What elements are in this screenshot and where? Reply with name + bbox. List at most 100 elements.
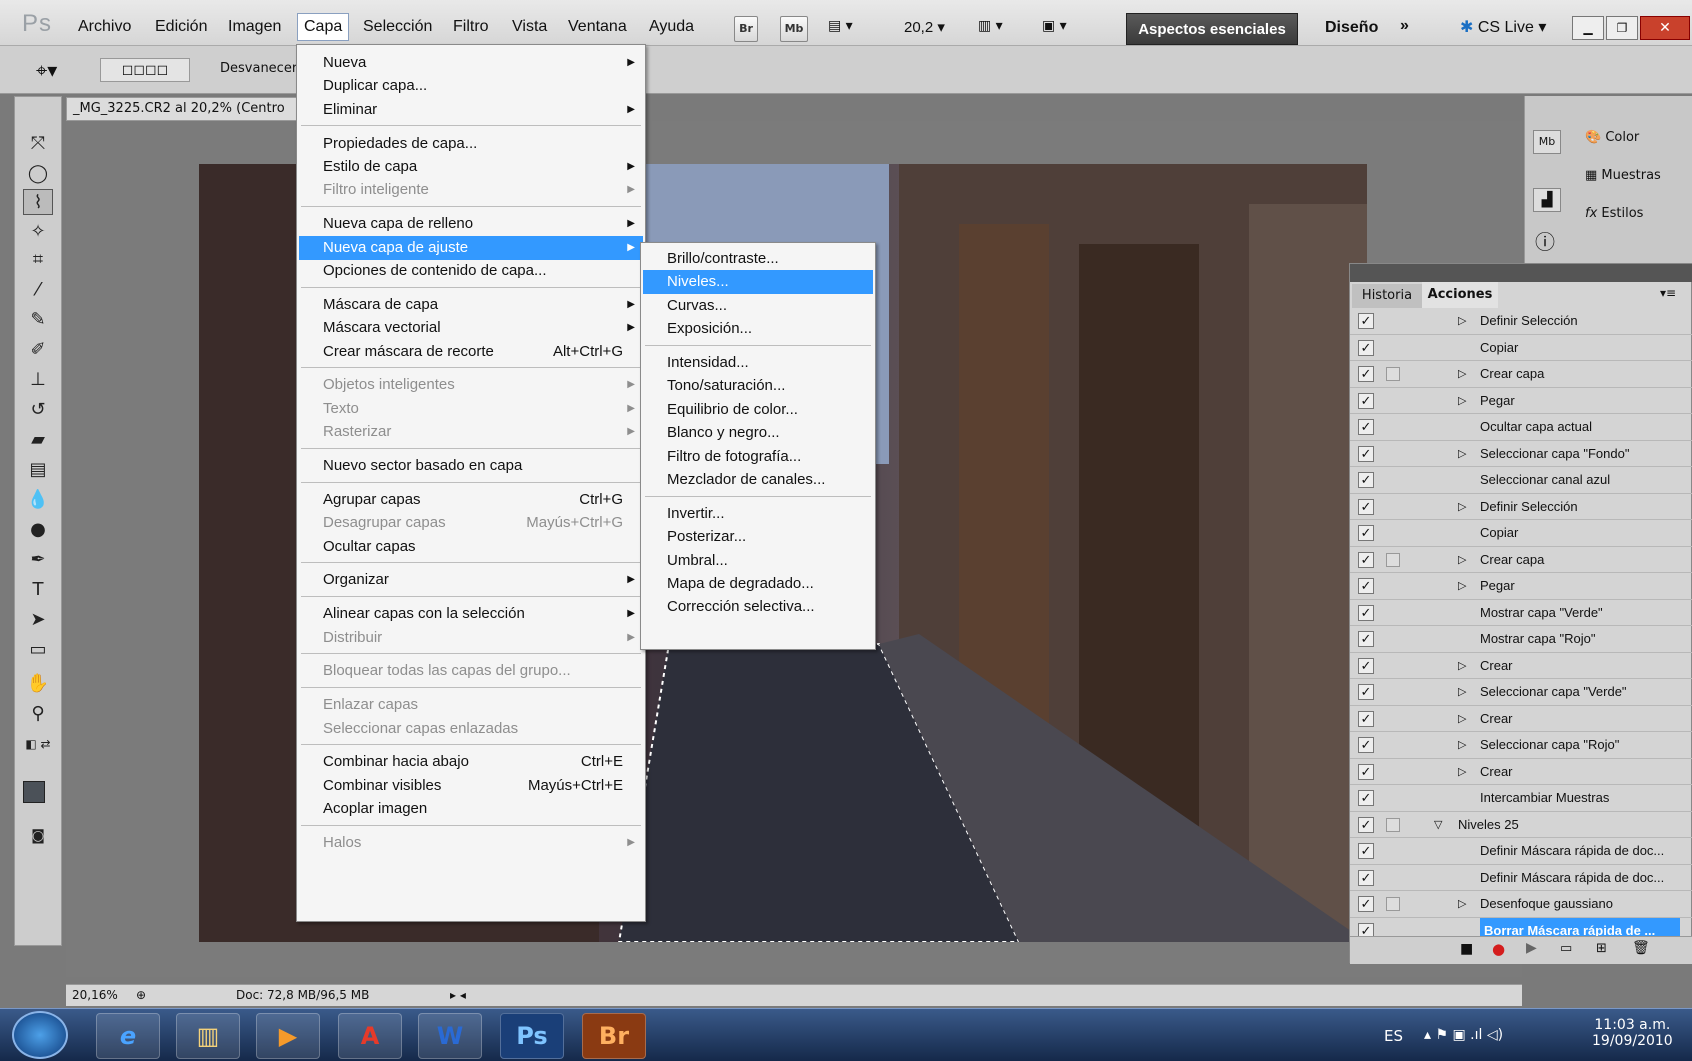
dialog-toggle[interactable] (1386, 552, 1400, 567)
action-row[interactable]: ✓ Seleccionar canal azul (1350, 467, 1692, 494)
action-checkbox[interactable]: ✓ (1358, 710, 1374, 727)
expand-triangle-icon[interactable]: ▷ (1458, 759, 1466, 785)
menu-edicion[interactable]: Edición (155, 18, 207, 36)
action-checkbox[interactable]: ✓ (1358, 816, 1374, 833)
expand-triangle-icon[interactable]: ▷ (1458, 573, 1466, 599)
action-row[interactable]: ✓ Definir Máscara rápida de doc... (1350, 865, 1692, 891)
lasso-tool-preset-icon[interactable]: ⌖▾ (36, 58, 57, 82)
menu-item-ocultar-capas[interactable]: Ocultar capas (299, 535, 643, 559)
action-row[interactable]: ✓ ▷ Crear capa (1350, 361, 1692, 388)
dialog-toggle[interactable] (1386, 897, 1400, 911)
type-tool-icon[interactable]: T (23, 577, 53, 603)
language-indicator[interactable]: ES (1384, 1027, 1403, 1045)
menu-item-estilo-de-capa[interactable]: Estilo de capa ▶ (299, 155, 643, 179)
menu-vista[interactable]: Vista (512, 18, 547, 36)
stamp-tool-icon[interactable]: ⊥ (23, 367, 53, 393)
action-row[interactable]: ✓ ▷ Definir Selección (1350, 494, 1692, 520)
minimize-button[interactable]: ▁ (1572, 16, 1604, 40)
menu-item-mascara-vectorial[interactable]: Máscara vectorial ▶ (299, 316, 643, 340)
action-checkbox[interactable]: ✓ (1358, 843, 1374, 859)
action-checkbox[interactable]: ✓ (1358, 631, 1374, 647)
zoom-level-dropdown[interactable]: 20,2 ▾ (904, 18, 945, 36)
menu-item-posterizar[interactable]: Posterizar... (643, 525, 873, 549)
expand-triangle-icon[interactable]: ▷ (1458, 706, 1466, 732)
photoshop-taskbar-icon[interactable]: Ps (500, 1013, 564, 1059)
menu-item-brillo-contraste[interactable]: Brillo/contraste... (643, 247, 873, 271)
close-button[interactable]: ✕ (1640, 16, 1690, 40)
action-checkbox[interactable]: ✓ (1358, 763, 1374, 780)
zoom-tool-icon[interactable]: ⚲ (23, 701, 53, 727)
menu-item-correccion-selectiva[interactable]: Corrección selectiva... (643, 595, 873, 619)
mini-bridge-button[interactable]: Mb (780, 16, 808, 42)
start-button[interactable] (12, 1011, 68, 1059)
menu-item-nueva[interactable]: Nueva ▶ (299, 51, 643, 75)
brush-tool-icon[interactable]: ✐ (23, 337, 53, 363)
selection-mode-icons[interactable]: ◻◻◻◻ (100, 58, 190, 82)
screen-mode-icon[interactable]: ▣ ▾ (1042, 18, 1067, 34)
action-row[interactable]: ✓ ▷ Desenfoque gaussiano (1350, 891, 1692, 918)
action-row[interactable]: ✓ ▷ Seleccionar capa "Rojo" (1350, 732, 1692, 759)
action-checkbox[interactable]: ✓ (1358, 737, 1374, 753)
expand-triangle-icon[interactable]: ▷ (1458, 653, 1466, 679)
menu-item-umbral[interactable]: Umbral... (643, 549, 873, 573)
arrange-documents-icon[interactable]: ▥ ▾ (978, 18, 1003, 34)
healing-brush-tool-icon[interactable]: ✎ (23, 307, 53, 333)
action-checkbox[interactable]: ✓ (1358, 498, 1374, 515)
pen-tool-icon[interactable]: ✒ (23, 547, 53, 573)
dialog-toggle[interactable] (1386, 817, 1400, 832)
menu-item-alinear-capas-con-la-seleccion[interactable]: Alinear capas con la selección ▶ (299, 602, 643, 626)
mini-bridge-panel-icon[interactable]: Mb (1533, 130, 1561, 154)
action-checkbox[interactable]: ✓ (1358, 445, 1374, 462)
menu-imagen[interactable]: Imagen (228, 18, 281, 36)
menu-item-duplicar-capa[interactable]: Duplicar capa... (299, 74, 643, 98)
menu-item-nueva-capa-de-relleno[interactable]: Nueva capa de relleno ▶ (299, 212, 643, 236)
expand-triangle-icon[interactable]: ▷ (1458, 308, 1466, 334)
action-row[interactable]: ✓ ▽ Niveles 25 (1350, 812, 1692, 838)
menu-item-eliminar[interactable]: Eliminar ▶ (299, 98, 643, 122)
menu-item-mapa-de-degradado[interactable]: Mapa de degradado... (643, 572, 873, 596)
swap-colors-icon[interactable]: ◧ ⇄ (23, 731, 53, 757)
action-checkbox[interactable]: ✓ (1358, 790, 1374, 806)
menu-item-nueva-capa-de-ajuste[interactable]: Nueva capa de ajuste ▶ (299, 235, 643, 260)
menu-item-agrupar-capas[interactable]: Agrupar capas Ctrl+G (299, 488, 643, 512)
menu-item-combinar-hacia-abajo[interactable]: Combinar hacia abajo Ctrl+E (299, 750, 643, 774)
menu-archivo[interactable]: Archivo (78, 18, 131, 36)
action-row[interactable]: ✓ Definir Máscara rápida de doc... (1350, 838, 1692, 865)
dialog-toggle[interactable] (1386, 367, 1400, 381)
blur-tool-icon[interactable]: 💧 (23, 487, 53, 513)
expand-triangle-icon[interactable]: ▷ (1458, 547, 1466, 573)
history-brush-tool-icon[interactable]: ↺ (23, 397, 53, 423)
action-row[interactable]: ✓ Mostrar capa "Verde" (1350, 600, 1692, 626)
expand-triangle-icon[interactable]: ▷ (1458, 441, 1466, 467)
expand-triangle-icon[interactable]: ▷ (1458, 891, 1466, 917)
restore-button[interactable]: ❐ (1606, 16, 1638, 40)
word-icon[interactable]: W (418, 1013, 482, 1059)
action-checkbox[interactable]: ✓ (1358, 869, 1374, 886)
internet-explorer-icon[interactable]: e (96, 1013, 160, 1059)
action-checkbox[interactable]: ✓ (1358, 419, 1374, 435)
action-row[interactable]: ✓ ▷ Pegar (1350, 388, 1692, 414)
crop-tool-icon[interactable]: ⌗ (23, 247, 53, 273)
menu-ventana[interactable]: Ventana (568, 18, 627, 36)
gradient-tool-icon[interactable]: ▤ (23, 457, 53, 483)
menu-item-curvas[interactable]: Curvas... (643, 294, 873, 318)
action-row[interactable]: ✓ Ocultar capa actual (1350, 414, 1692, 441)
menu-item-opciones-de-contenido-de-capa[interactable]: Opciones de contenido de capa... (299, 259, 643, 283)
magic-wand-tool-icon[interactable]: ✧ (23, 219, 53, 245)
action-row[interactable]: ✓ Copiar (1350, 335, 1692, 361)
play-icon[interactable]: ▶ (1526, 940, 1537, 956)
menu-item-tono-saturacion[interactable]: Tono/saturación... (643, 374, 873, 398)
action-row[interactable]: ✓ ▷ Crear (1350, 759, 1692, 785)
new-set-icon[interactable]: ▭ (1560, 941, 1572, 956)
hand-tool-icon[interactable]: ✋ (23, 671, 53, 697)
more-workspaces-icon[interactable]: » (1400, 17, 1409, 35)
color-panel-button[interactable]: 🎨 Color (1585, 130, 1639, 145)
expand-triangle-icon[interactable]: ▷ (1458, 361, 1466, 387)
menu-item-intensidad[interactable]: Intensidad... (643, 351, 873, 375)
status-zoom[interactable]: 20,16% (72, 985, 118, 1005)
action-row[interactable]: ✓ ▷ Crear (1350, 653, 1692, 679)
trash-icon[interactable]: 🗑 (1632, 940, 1650, 956)
menu-item-niveles[interactable]: Niveles... (643, 270, 873, 295)
cs-live-menu[interactable]: ✱ CS Live ▾ (1460, 17, 1546, 37)
action-checkbox[interactable]: ✓ (1358, 366, 1374, 382)
